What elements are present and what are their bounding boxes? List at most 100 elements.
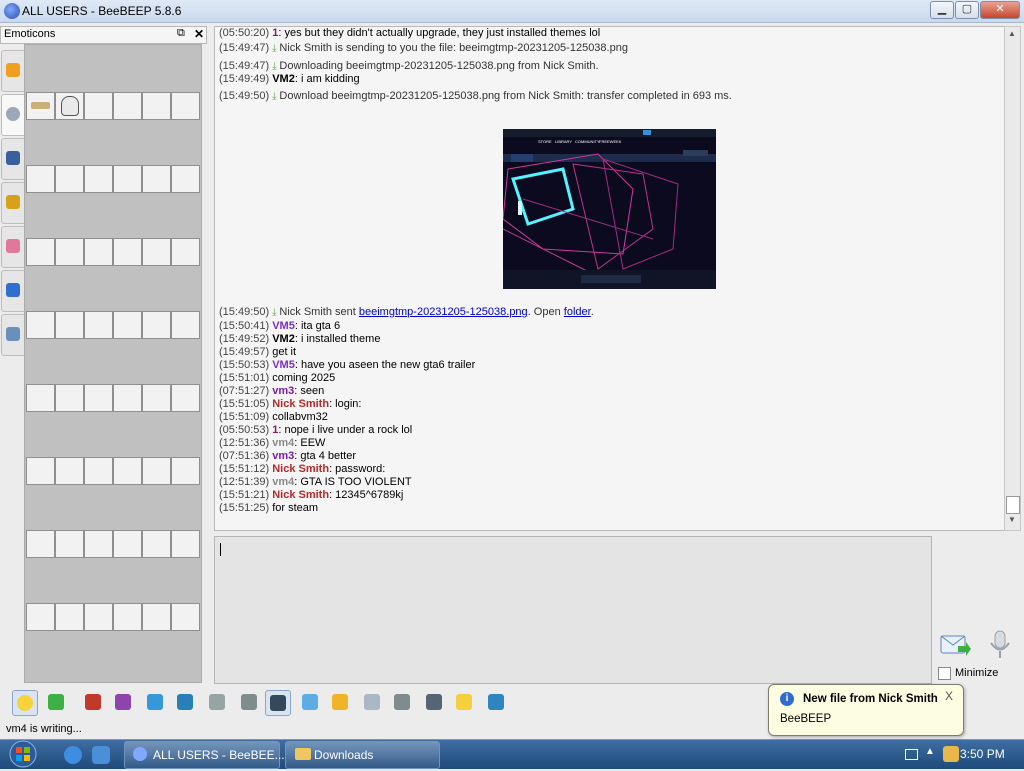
emoticon-cell[interactable] <box>84 530 113 558</box>
emoticon-cell[interactable] <box>26 457 55 485</box>
emoticon-cell[interactable] <box>26 311 55 339</box>
emoticon-cell[interactable] <box>55 165 84 193</box>
emoticon-cell[interactable] <box>171 603 200 631</box>
emoticon-category-tab[interactable] <box>1 94 25 136</box>
emoticon-cell[interactable] <box>171 92 200 120</box>
emoticon-cell[interactable] <box>113 165 142 193</box>
emoticon-cell[interactable] <box>113 530 142 558</box>
close-button[interactable]: ✕ <box>980 1 1020 19</box>
emoticon-category-tab[interactable] <box>1 226 25 268</box>
emoticon-cell[interactable] <box>55 384 84 412</box>
send-button[interactable] <box>940 632 972 658</box>
emoticon-cell[interactable] <box>142 311 171 339</box>
emoticon-cell[interactable] <box>113 238 142 266</box>
emoticon-cell[interactable] <box>142 457 171 485</box>
toolbar-button[interactable] <box>44 690 68 714</box>
emoticon-cell[interactable] <box>113 457 142 485</box>
emoticon-category-tab[interactable] <box>1 182 25 224</box>
emoticon-cell[interactable] <box>55 238 84 266</box>
notification-balloon[interactable]: i New file from Nick Smith BeeBEEP X <box>768 684 964 736</box>
emoticon-cell[interactable] <box>113 92 142 120</box>
emoticon-cell[interactable] <box>142 603 171 631</box>
taskbar-item-beebeep[interactable]: ALL USERS - BeeBEE... <box>124 741 285 769</box>
image-thumbnail[interactable]: STORE LIBRARY COMMUNITY FREEWEEK <box>503 129 716 289</box>
chat-scrollbar[interactable]: ▲ ▼ <box>1004 26 1021 531</box>
notification-close-icon[interactable]: X <box>945 689 953 703</box>
message-sender: VM5 <box>272 359 295 371</box>
toolbar-button[interactable] <box>12 690 38 716</box>
emoticon-cell[interactable] <box>84 603 113 631</box>
emoticon-cell[interactable] <box>171 384 200 412</box>
toolbar-button[interactable] <box>205 690 229 714</box>
toolbar-button[interactable] <box>298 690 322 714</box>
toolbar-button[interactable] <box>81 690 105 714</box>
open-folder-link[interactable]: folder <box>564 306 591 318</box>
message-input[interactable] <box>214 536 932 684</box>
emoticon-cell[interactable] <box>26 530 55 558</box>
toolbar-button[interactable] <box>328 690 352 714</box>
close-panel-icon[interactable]: ✕ <box>194 27 204 41</box>
emoticon-category-tab[interactable] <box>1 50 25 92</box>
emoticon-cell[interactable] <box>171 238 200 266</box>
emoticon-cell[interactable] <box>142 165 171 193</box>
taskbar-item-downloads[interactable]: Downloads <box>285 741 440 769</box>
emoticon-cell[interactable] <box>55 530 84 558</box>
toolbar-button[interactable] <box>422 690 446 714</box>
emoticon-cell[interactable] <box>26 165 55 193</box>
emoticon-cell[interactable] <box>26 384 55 412</box>
emoticon-cell[interactable] <box>113 311 142 339</box>
emoticon-cell[interactable] <box>171 165 200 193</box>
emoticon-cell[interactable] <box>142 384 171 412</box>
emoticon-cell[interactable] <box>84 384 113 412</box>
emoticon-cell[interactable] <box>26 238 55 266</box>
emoticon-cell[interactable] <box>84 92 113 120</box>
toolbar-button[interactable] <box>390 690 414 714</box>
toolbar-button[interactable] <box>111 690 135 714</box>
emoticon-cell[interactable] <box>55 603 84 631</box>
minimize-checkbox-box[interactable] <box>938 667 951 680</box>
maximize-button[interactable]: ▢ <box>955 1 979 19</box>
file-link[interactable]: beeimgtmp-20231205-125038.png <box>359 306 528 318</box>
desktop-shortcut-icon[interactable] <box>92 746 110 764</box>
scroll-up-icon[interactable]: ▲ <box>1008 29 1016 38</box>
emoticon-cell[interactable] <box>142 530 171 558</box>
start-button[interactable] <box>3 740 43 768</box>
emoticon-cell[interactable] <box>84 238 113 266</box>
emoticon-cell[interactable] <box>171 311 200 339</box>
message-text: . <box>590 306 594 318</box>
internet-explorer-icon[interactable] <box>64 746 82 764</box>
emoticon-cell[interactable] <box>55 457 84 485</box>
keyboard-icon[interactable] <box>905 749 918 760</box>
toolbar-button[interactable] <box>143 690 167 714</box>
beebeep-tray-icon[interactable] <box>943 746 959 762</box>
emoticon-cell[interactable] <box>171 457 200 485</box>
emoticon-cell[interactable] <box>142 92 171 120</box>
emoticon-cell[interactable] <box>84 165 113 193</box>
scrollbar-thumb[interactable] <box>1006 496 1020 514</box>
taskbar-clock[interactable]: 3:50 PM <box>960 747 1005 761</box>
emoticon-cell[interactable] <box>26 603 55 631</box>
emoticon-category-tab[interactable] <box>1 270 25 312</box>
voice-record-button[interactable] <box>988 630 1012 660</box>
emoticon-cell[interactable] <box>55 311 84 339</box>
emoticon-cell[interactable] <box>113 603 142 631</box>
emoticon-cell[interactable] <box>171 530 200 558</box>
show-hidden-icons-icon[interactable]: ▲ <box>925 746 935 757</box>
toolbar-button[interactable] <box>173 690 197 714</box>
emoticon-cell[interactable] <box>113 384 142 412</box>
emoticon-cell[interactable] <box>26 92 55 120</box>
emoticon-cell[interactable] <box>142 238 171 266</box>
emoticon-cell[interactable] <box>84 311 113 339</box>
toolbar-button[interactable] <box>452 690 476 714</box>
emoticon-cell[interactable] <box>84 457 113 485</box>
toolbar-button[interactable] <box>237 690 261 714</box>
emoticon-category-tab[interactable] <box>1 314 25 356</box>
float-panel-icon[interactable]: ⧉ <box>177 27 185 40</box>
minimize-button[interactable]: ▁ <box>930 1 954 19</box>
toolbar-button[interactable] <box>484 690 508 714</box>
scroll-down-icon[interactable]: ▼ <box>1008 515 1016 524</box>
emoticon-category-tab[interactable] <box>1 138 25 180</box>
emoticon-cell[interactable] <box>55 92 84 120</box>
toolbar-button[interactable] <box>360 690 384 714</box>
toolbar-button[interactable] <box>265 690 291 716</box>
